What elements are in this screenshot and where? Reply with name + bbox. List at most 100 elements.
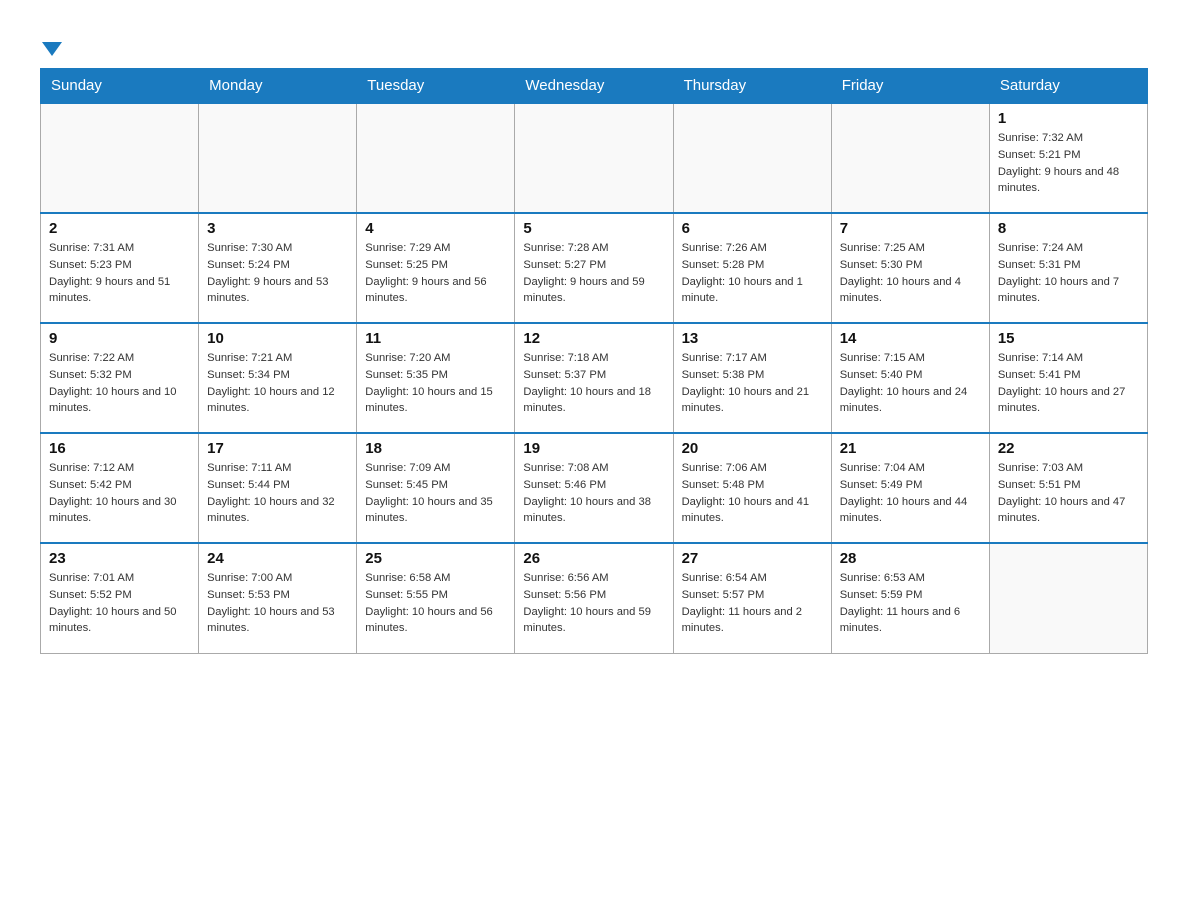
day-number: 28 [840,550,981,567]
calendar-cell: 20Sunrise: 7:06 AM Sunset: 5:48 PM Dayli… [673,433,831,543]
day-number: 10 [207,330,348,347]
calendar-cell: 2 Sunrise: 7:31 AM Sunset: 5:23 PM Daylig… [41,213,199,323]
day-info: Sunrise: 7:26 AM Sunset: 5:28 PM Dayligh… [682,240,823,307]
day-info: Sunrise: 7:31 AM Sunset: 5:23 PM Dayligh… [49,240,190,307]
calendar-table: SundayMondayTuesdayWednesdayThursdayFrid… [40,68,1148,654]
calendar-cell: 4 Sunrise: 7:29 AM Sunset: 5:25 PM Daylig… [357,213,515,323]
week-row-2: 2 Sunrise: 7:31 AM Sunset: 5:23 PM Daylig… [41,213,1148,323]
day-info: Sunrise: 6:53 AM Sunset: 5:59 PM Dayligh… [840,570,981,637]
calendar-cell: 22 Sunrise: 7:03 AM Sunset: 5:51 PM Dayli… [989,433,1147,543]
week-row-3: 9Sunrise: 7:22 AM Sunset: 5:32 PM Daylig… [41,323,1148,433]
calendar-cell: 19Sunrise: 7:08 AM Sunset: 5:46 PM Dayli… [515,433,673,543]
day-info: Sunrise: 7:21 AM Sunset: 5:34 PM Dayligh… [207,350,348,417]
calendar-cell: 18 Sunrise: 7:09 AM Sunset: 5:45 PM Dayli… [357,433,515,543]
calendar-cell: 28 Sunrise: 6:53 AM Sunset: 5:59 PM Dayli… [831,543,989,653]
weekday-header-monday: Monday [199,69,357,104]
day-info: Sunrise: 7:17 AM Sunset: 5:38 PM Dayligh… [682,350,823,417]
calendar-cell [41,103,199,213]
calendar-cell [673,103,831,213]
day-number: 2 [49,220,190,237]
day-number: 19 [523,440,664,457]
logo-triangle-icon [42,42,62,56]
day-number: 9 [49,330,190,347]
day-info: Sunrise: 7:25 AM Sunset: 5:30 PM Dayligh… [840,240,981,307]
calendar-cell: 13 Sunrise: 7:17 AM Sunset: 5:38 PM Dayli… [673,323,831,433]
weekday-header-thursday: Thursday [673,69,831,104]
day-info: Sunrise: 7:29 AM Sunset: 5:25 PM Dayligh… [365,240,506,307]
logo-top [40,30,62,58]
day-info: Sunrise: 7:32 AM Sunset: 5:21 PM Dayligh… [998,130,1139,197]
calendar-cell: 23 Sunrise: 7:01 AM Sunset: 5:52 PM Dayli… [41,543,199,653]
day-number: 12 [523,330,664,347]
day-info: Sunrise: 7:06 AM Sunset: 5:48 PM Dayligh… [682,460,823,527]
day-info: Sunrise: 7:14 AM Sunset: 5:41 PM Dayligh… [998,350,1139,417]
day-number: 11 [365,330,506,347]
day-info: Sunrise: 7:28 AM Sunset: 5:27 PM Dayligh… [523,240,664,307]
calendar-cell: 27 Sunrise: 6:54 AM Sunset: 5:57 PM Dayli… [673,543,831,653]
calendar-cell: 9Sunrise: 7:22 AM Sunset: 5:32 PM Daylig… [41,323,199,433]
day-info: Sunrise: 7:09 AM Sunset: 5:45 PM Dayligh… [365,460,506,527]
week-row-1: 1 Sunrise: 7:32 AM Sunset: 5:21 PM Daylig… [41,103,1148,213]
day-info: Sunrise: 7:11 AM Sunset: 5:44 PM Dayligh… [207,460,348,527]
day-info: Sunrise: 7:01 AM Sunset: 5:52 PM Dayligh… [49,570,190,637]
day-info: Sunrise: 6:56 AM Sunset: 5:56 PM Dayligh… [523,570,664,637]
calendar-cell: 11 Sunrise: 7:20 AM Sunset: 5:35 PM Dayli… [357,323,515,433]
day-number: 27 [682,550,823,567]
day-number: 5 [523,220,664,237]
calendar-cell: 17 Sunrise: 7:11 AM Sunset: 5:44 PM Dayli… [199,433,357,543]
calendar-cell [199,103,357,213]
day-info: Sunrise: 7:03 AM Sunset: 5:51 PM Dayligh… [998,460,1139,527]
calendar-cell [831,103,989,213]
calendar-cell: 7 Sunrise: 7:25 AM Sunset: 5:30 PM Daylig… [831,213,989,323]
logo [40,30,62,58]
calendar-cell: 15Sunrise: 7:14 AM Sunset: 5:41 PM Dayli… [989,323,1147,433]
day-info: Sunrise: 7:18 AM Sunset: 5:37 PM Dayligh… [523,350,664,417]
calendar-cell: 5 Sunrise: 7:28 AM Sunset: 5:27 PM Daylig… [515,213,673,323]
calendar-cell [515,103,673,213]
day-number: 8 [998,220,1139,237]
day-info: Sunrise: 7:20 AM Sunset: 5:35 PM Dayligh… [365,350,506,417]
calendar-cell [357,103,515,213]
calendar-cell: 1 Sunrise: 7:32 AM Sunset: 5:21 PM Daylig… [989,103,1147,213]
weekday-header-saturday: Saturday [989,69,1147,104]
day-number: 22 [998,440,1139,457]
calendar-cell: 16 Sunrise: 7:12 AM Sunset: 5:42 PM Dayli… [41,433,199,543]
day-number: 4 [365,220,506,237]
calendar-cell: 26Sunrise: 6:56 AM Sunset: 5:56 PM Dayli… [515,543,673,653]
calendar-cell: 12 Sunrise: 7:18 AM Sunset: 5:37 PM Dayli… [515,323,673,433]
weekday-header-row: SundayMondayTuesdayWednesdayThursdayFrid… [41,69,1148,104]
day-number: 7 [840,220,981,237]
weekday-header-wednesday: Wednesday [515,69,673,104]
day-number: 1 [998,110,1139,127]
day-number: 16 [49,440,190,457]
day-number: 23 [49,550,190,567]
day-info: Sunrise: 7:00 AM Sunset: 5:53 PM Dayligh… [207,570,348,637]
weekday-header-sunday: Sunday [41,69,199,104]
calendar-cell: 10 Sunrise: 7:21 AM Sunset: 5:34 PM Dayli… [199,323,357,433]
day-number: 6 [682,220,823,237]
day-number: 3 [207,220,348,237]
day-number: 21 [840,440,981,457]
week-row-5: 23 Sunrise: 7:01 AM Sunset: 5:52 PM Dayli… [41,543,1148,653]
calendar-cell: 6 Sunrise: 7:26 AM Sunset: 5:28 PM Daylig… [673,213,831,323]
calendar-cell [989,543,1147,653]
calendar-cell: 25 Sunrise: 6:58 AM Sunset: 5:55 PM Dayli… [357,543,515,653]
day-info: Sunrise: 7:04 AM Sunset: 5:49 PM Dayligh… [840,460,981,527]
day-number: 13 [682,330,823,347]
weekday-header-friday: Friday [831,69,989,104]
calendar-cell: 21 Sunrise: 7:04 AM Sunset: 5:49 PM Dayli… [831,433,989,543]
day-number: 18 [365,440,506,457]
calendar-cell: 8Sunrise: 7:24 AM Sunset: 5:31 PM Daylig… [989,213,1147,323]
day-info: Sunrise: 6:58 AM Sunset: 5:55 PM Dayligh… [365,570,506,637]
day-number: 14 [840,330,981,347]
day-info: Sunrise: 7:30 AM Sunset: 5:24 PM Dayligh… [207,240,348,307]
day-info: Sunrise: 6:54 AM Sunset: 5:57 PM Dayligh… [682,570,823,637]
page-header [40,30,1148,58]
day-number: 24 [207,550,348,567]
calendar-cell: 14 Sunrise: 7:15 AM Sunset: 5:40 PM Dayli… [831,323,989,433]
day-number: 17 [207,440,348,457]
day-number: 25 [365,550,506,567]
day-info: Sunrise: 7:15 AM Sunset: 5:40 PM Dayligh… [840,350,981,417]
calendar-cell: 3 Sunrise: 7:30 AM Sunset: 5:24 PM Daylig… [199,213,357,323]
day-info: Sunrise: 7:12 AM Sunset: 5:42 PM Dayligh… [49,460,190,527]
